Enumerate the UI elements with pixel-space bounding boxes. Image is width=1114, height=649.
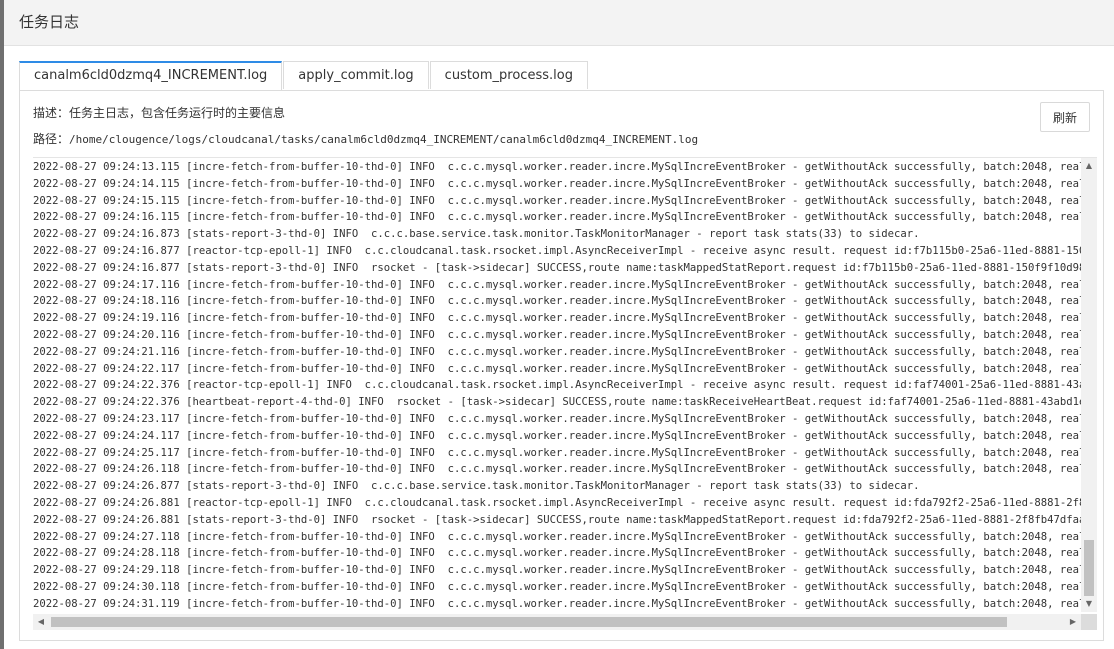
page-header: 任务日志: [4, 0, 1114, 46]
log-path-value: /home/clougence/logs/cloudcanal/tasks/ca…: [69, 133, 699, 146]
vertical-scrollbar[interactable]: ▲ ▼: [1081, 158, 1097, 612]
scrollbar-corner: [1081, 614, 1097, 630]
log-line: 2022-08-27 09:24:28.118 [incre-fetch-fro…: [33, 547, 1081, 560]
log-line: 2022-08-27 09:24:23.117 [incre-fetch-fro…: [33, 412, 1081, 425]
vertical-scroll-thumb[interactable]: [1084, 540, 1094, 596]
log-line: 2022-08-27 09:24:31.119 [incre-fetch-fro…: [33, 597, 1081, 610]
log-description: 描述：任务主日志，包含任务运行时的主要信息: [33, 106, 286, 120]
log-line: 2022-08-27 09:24:20.116 [incre-fetch-fro…: [33, 328, 1081, 341]
scroll-down-icon[interactable]: ▼: [1081, 596, 1097, 612]
tab-increment-log[interactable]: canalm6cld0dzmq4_INCREMENT.log: [19, 61, 283, 91]
page-title: 任务日志: [19, 13, 80, 31]
scroll-left-icon[interactable]: ◀: [33, 614, 49, 630]
log-line: 2022-08-27 09:24:25.117 [incre-fetch-fro…: [33, 446, 1081, 459]
page: 任务日志 canalm6cld0dzmq4_INCREMENT.log appl…: [0, 0, 1114, 649]
log-line: 2022-08-27 09:24:19.116 [incre-fetch-fro…: [33, 312, 1081, 325]
scroll-up-icon[interactable]: ▲: [1081, 158, 1097, 174]
log-line: 2022-08-27 09:24:21.116 [incre-fetch-fro…: [33, 345, 1081, 358]
log-line: 2022-08-27 09:24:27.118 [incre-fetch-fro…: [33, 530, 1081, 543]
log-line: 2022-08-27 09:24:16.115 [incre-fetch-fro…: [33, 211, 1081, 224]
log-lines: 2022-08-27 09:24:13.115 [incre-fetch-fro…: [33, 158, 1081, 613]
log-line: 2022-08-27 09:24:24.117 [incre-fetch-fro…: [33, 429, 1081, 442]
tab-apply-commit-log[interactable]: apply_commit.log: [283, 61, 429, 89]
log-line: 2022-08-27 09:24:29.118 [incre-fetch-fro…: [33, 564, 1081, 577]
log-line: 2022-08-27 09:24:22.117 [incre-fetch-fro…: [33, 362, 1081, 375]
log-line: 2022-08-27 09:24:22.376 [heartbeat-repor…: [33, 396, 1081, 409]
scroll-right-icon[interactable]: ▶: [1065, 614, 1081, 630]
log-line: 2022-08-27 09:24:17.116 [incre-fetch-fro…: [33, 278, 1081, 291]
log-line: 2022-08-27 09:24:13.115 [incre-fetch-fro…: [33, 161, 1081, 173]
log-line: 2022-08-27 09:24:26.877 [stats-report-3-…: [33, 480, 920, 493]
log-panel: 描述：任务主日志，包含任务运行时的主要信息 路径：/home/clougence…: [19, 90, 1104, 641]
log-line: 2022-08-27 09:24:22.376 [reactor-tcp-epo…: [33, 379, 1081, 392]
log-tabs: canalm6cld0dzmq4_INCREMENT.log apply_com…: [19, 61, 589, 91]
horizontal-scrollbar[interactable]: ◀ ▶: [33, 614, 1081, 630]
log-path: 路径：/home/clougence/logs/cloudcanal/tasks…: [33, 130, 698, 147]
log-line: 2022-08-27 09:24:14.115 [incre-fetch-fro…: [33, 177, 1081, 190]
log-line: 2022-08-27 09:24:18.116 [incre-fetch-fro…: [33, 295, 1081, 308]
log-viewer[interactable]: 2022-08-27 09:24:13.115 [incre-fetch-fro…: [33, 157, 1097, 630]
content-area: canalm6cld0dzmq4_INCREMENT.log apply_com…: [4, 46, 1114, 649]
horizontal-scroll-thumb[interactable]: [51, 617, 1007, 627]
refresh-button[interactable]: 刷新: [1040, 102, 1090, 132]
log-line: 2022-08-27 09:24:26.881 [reactor-tcp-epo…: [33, 496, 1081, 509]
log-path-label: 路径：: [33, 132, 70, 146]
log-line: 2022-08-27 09:24:15.115 [incre-fetch-fro…: [33, 194, 1081, 207]
log-line: 2022-08-27 09:24:16.877 [reactor-tcp-epo…: [33, 244, 1081, 257]
log-line: 2022-08-27 09:24:16.873 [stats-report-3-…: [33, 228, 920, 241]
log-line: 2022-08-27 09:24:30.118 [incre-fetch-fro…: [33, 580, 1081, 593]
log-line: 2022-08-27 09:24:16.877 [stats-report-3-…: [33, 261, 1081, 274]
tab-custom-process-log[interactable]: custom_process.log: [429, 61, 588, 89]
log-line: 2022-08-27 09:24:26.881 [stats-report-3-…: [33, 513, 1081, 526]
log-line: 2022-08-27 09:24:26.118 [incre-fetch-fro…: [33, 463, 1081, 476]
